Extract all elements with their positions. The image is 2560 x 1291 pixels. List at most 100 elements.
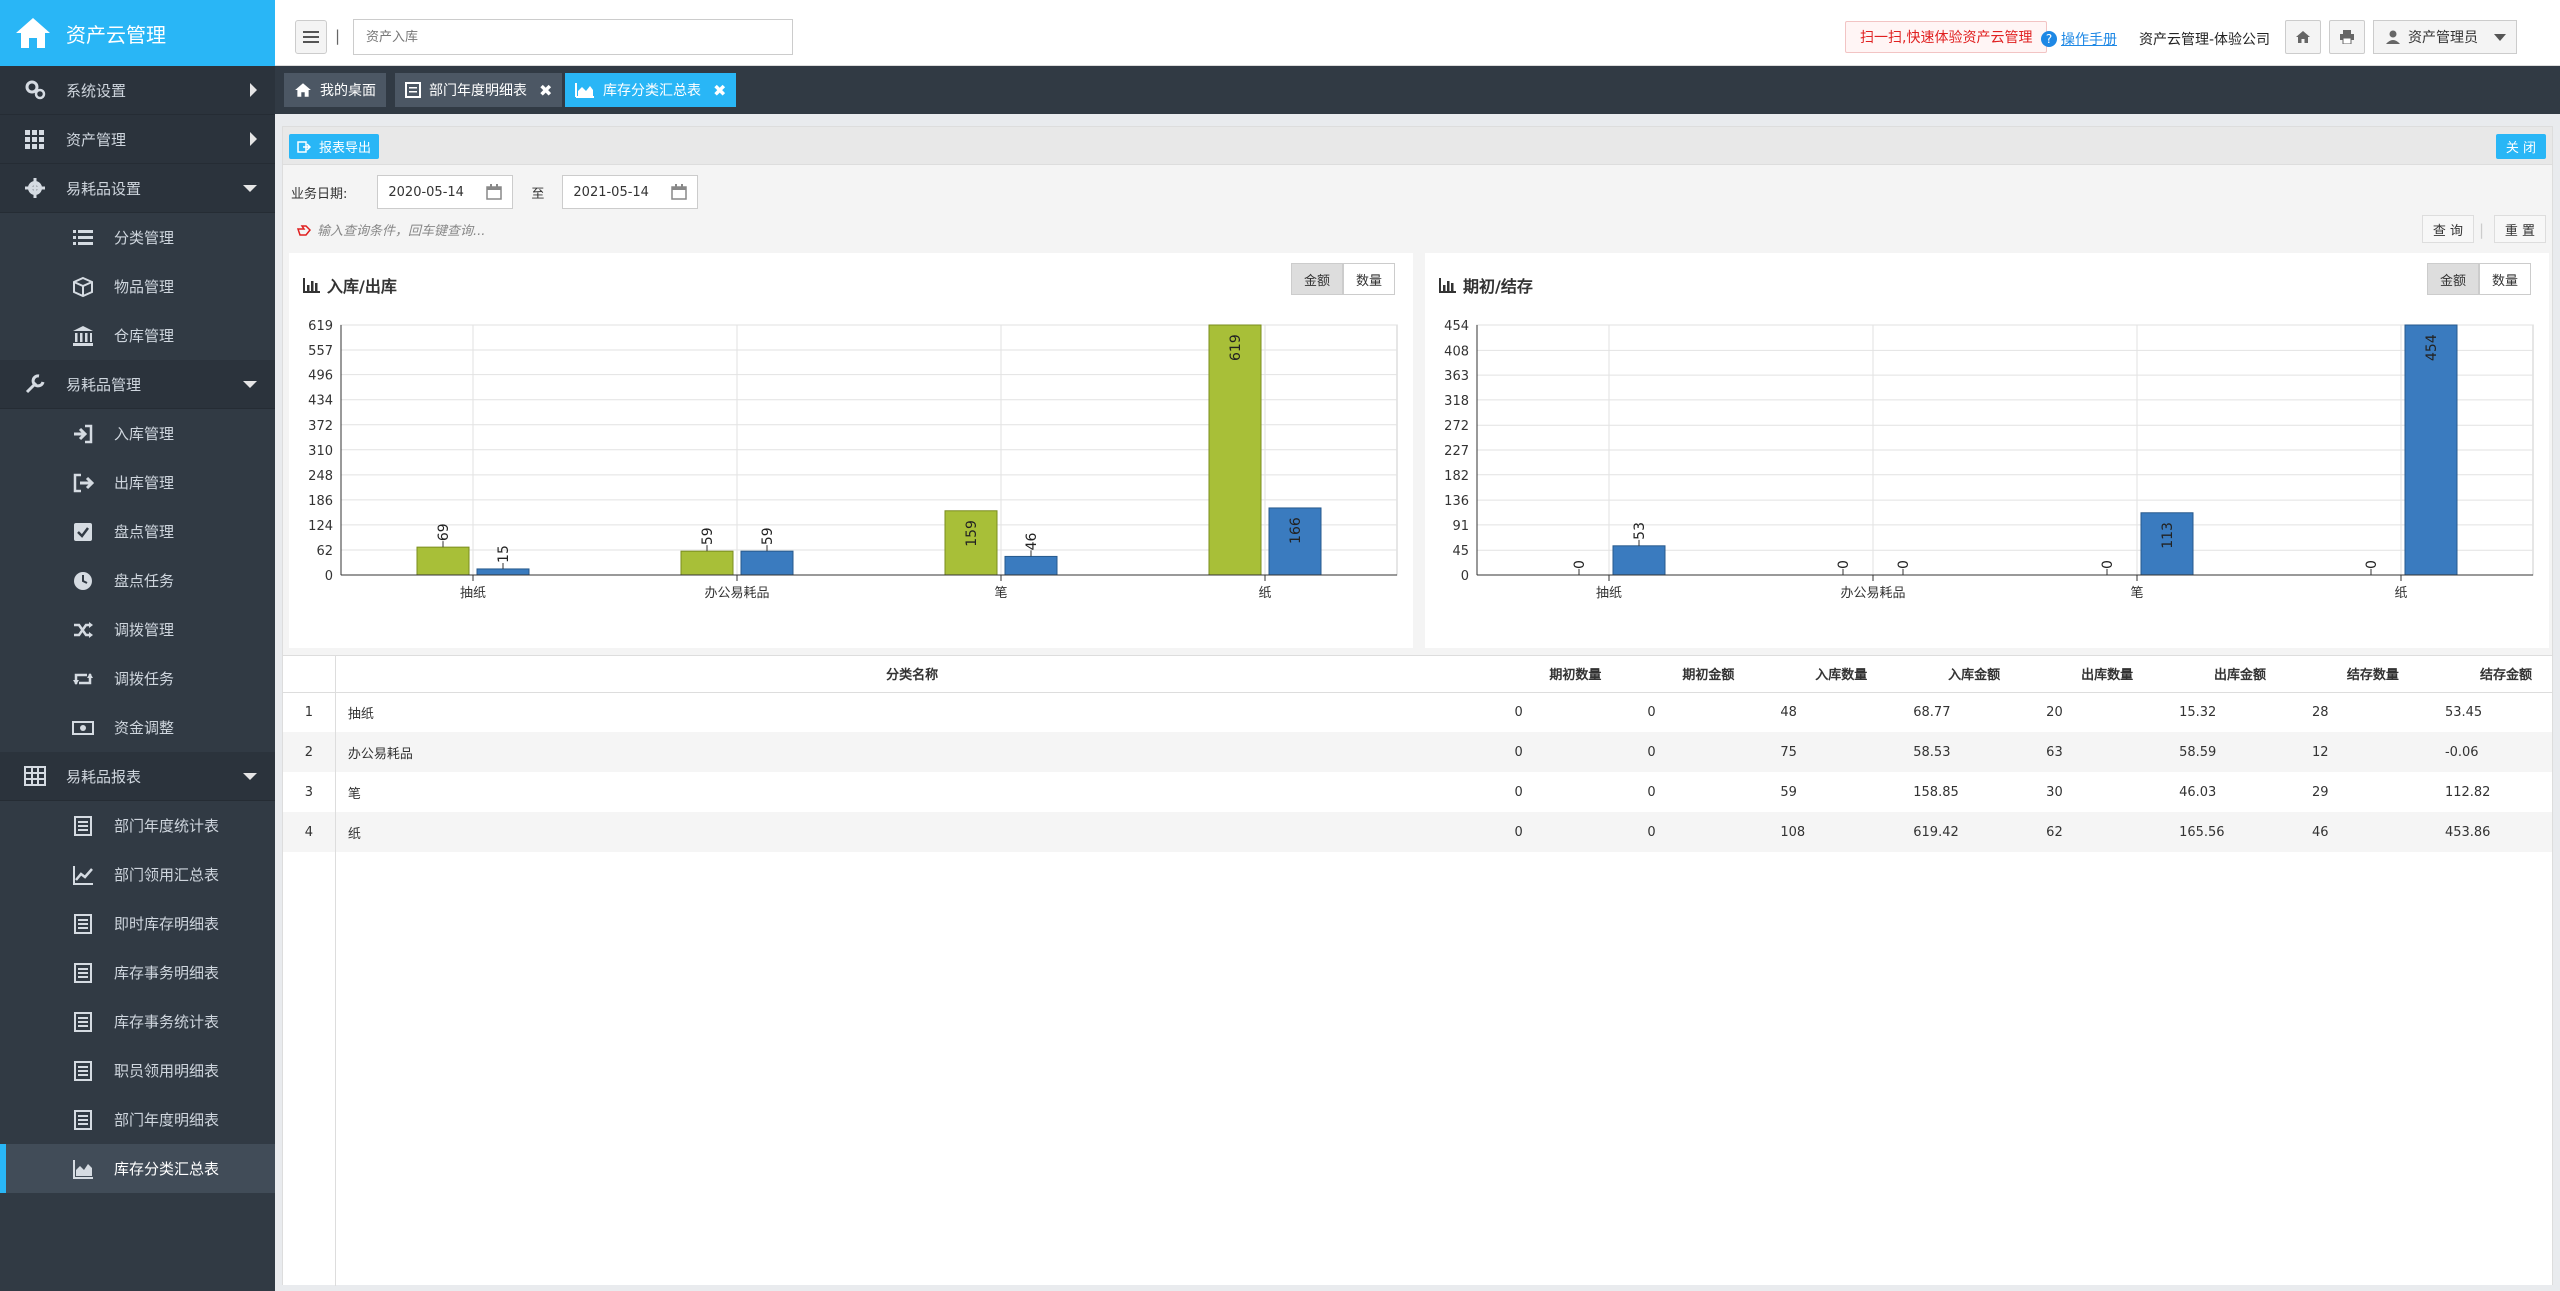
menu-toggle-button[interactable] <box>295 20 327 54</box>
bar <box>1004 555 1058 576</box>
data-label: 454 <box>2424 334 2440 361</box>
sidebar-item-15[interactable]: 部门年度统计表 <box>0 801 275 850</box>
sidebar-item-label: 资产管理 <box>66 130 127 149</box>
table-cell: 46 <box>2286 812 2419 852</box>
query-button[interactable]: 查 询 <box>2421 215 2474 243</box>
home-button[interactable] <box>2285 20 2321 54</box>
print-button[interactable] <box>2329 20 2365 54</box>
brand[interactable]: 资产云管理 <box>0 0 275 66</box>
data-label: 619 <box>1228 334 1244 361</box>
manual-link[interactable]: ? 操作手册 <box>2041 29 2117 49</box>
table-cell: 619.42 <box>1887 812 2021 852</box>
close-button[interactable]: 关 闭 <box>2495 134 2546 159</box>
calendar-icon[interactable] <box>486 184 503 200</box>
sidebar-item-4[interactable]: 物品管理 <box>0 262 275 311</box>
sidebar-item-17[interactable]: 即时库存明细表 <box>0 899 275 948</box>
tab-dept-annual-detail[interactable]: 部门年度明细表 ✖ <box>395 73 563 107</box>
date-filter: 业务日期: 2020-05-14 至 2021-05-14 <box>291 175 699 209</box>
sidebar-item-14[interactable]: 易耗品报表 <box>0 752 275 801</box>
user-menu-button[interactable]: 资产管理员 <box>2373 20 2517 54</box>
table-cell: 0 <box>1514 704 1523 720</box>
sidebar-item-20[interactable]: 职员领用明细表 <box>0 1046 275 1095</box>
company-name: 资产云管理-体验公司 <box>2139 32 2271 48</box>
sidebar-item-18[interactable]: 库存事务明细表 <box>0 948 275 997</box>
sidebar-item-3[interactable]: 分类管理 <box>0 213 275 262</box>
column-header[interactable]: 入库金额 <box>1887 656 2021 693</box>
sidebar-item-11[interactable]: 调拨管理 <box>0 605 275 654</box>
column-header[interactable]: 出库数量 <box>2020 656 2154 693</box>
y-tick-label: 408 <box>1444 344 1469 359</box>
sidebar-item-5[interactable]: 仓库管理 <box>0 311 275 360</box>
sidebar-item-8[interactable]: 出库管理 <box>0 458 275 507</box>
table-cell: 抽纸 <box>347 706 374 722</box>
sidebar-item-19[interactable]: 库存事务统计表 <box>0 997 275 1046</box>
column-header[interactable]: 出库金额 <box>2153 656 2287 693</box>
data-label: 0 <box>2100 560 2116 569</box>
gears-icon <box>25 80 46 100</box>
sidebar-item-2[interactable]: 易耗品设置 <box>0 164 275 213</box>
data-label: 0 <box>2364 560 2380 569</box>
sidebar-item-22[interactable]: 库存分类汇总表 <box>0 1144 275 1193</box>
search-input[interactable] <box>353 19 793 55</box>
app-title: 资产云管理 <box>66 22 166 47</box>
sidebar-item-13[interactable]: 资金调整 <box>0 703 275 752</box>
sign-in-icon <box>74 424 93 443</box>
column-header[interactable]: 期初数量 <box>1488 656 1622 693</box>
start-date-input[interactable]: 2020-05-14 <box>377 175 514 209</box>
tab-desktop[interactable]: 我的桌面 <box>284 73 386 107</box>
row-index: 3 <box>283 772 336 812</box>
sidebar-menu: 系统设置 资产管理 易耗品设置 分类管理 物品管理 仓库管理 易耗品管理 入库管理 出库管理 盘点… <box>0 66 275 1193</box>
table-row[interactable]: 3 笔 0 0 59 158.85 30 46.03 29 112.82 <box>283 772 2552 812</box>
sidebar-item-0[interactable]: 系统设置 <box>0 66 275 115</box>
sidebar-item-1[interactable]: 资产管理 <box>0 115 275 164</box>
data-label: 59 <box>700 527 716 545</box>
close-icon[interactable]: ✖ <box>713 81 726 100</box>
table-row[interactable]: 4 纸 0 0 108 619.42 62 165.56 46 453.86 <box>283 812 2552 852</box>
table-cell: 59 <box>1780 784 1797 800</box>
table-cell: 48 <box>1780 704 1797 720</box>
y-tick-label: 227 <box>1444 444 1469 459</box>
x-tick-label: 抽纸 <box>460 586 486 601</box>
column-header[interactable]: 结存数量 <box>2286 656 2419 693</box>
data-label: 15 <box>496 545 512 563</box>
table-row[interactable]: 1 抽纸 0 0 48 68.77 20 15.32 28 53.45 <box>283 692 2552 732</box>
bar <box>476 568 530 576</box>
sidebar-item-9[interactable]: 盘点管理 <box>0 507 275 556</box>
report-icon <box>74 1060 92 1081</box>
tab-inventory-category-summary[interactable]: 库存分类汇总表 ✖ <box>565 73 737 107</box>
y-tick-label: 372 <box>308 419 333 434</box>
column-header[interactable]: 分类名称 <box>335 656 1489 693</box>
scan-experience-button[interactable]: 扫一扫,快速体验资产云管理 <box>1845 21 2048 53</box>
area-chart-icon <box>73 1159 93 1179</box>
sidebar-item-10[interactable]: 盘点任务 <box>0 556 275 605</box>
sidebar-item-7[interactable]: 入库管理 <box>0 409 275 458</box>
reset-button[interactable]: 重 置 <box>2493 215 2546 243</box>
sidebar-item-6[interactable]: 易耗品管理 <box>0 360 275 409</box>
table-cell: 63 <box>2020 732 2154 772</box>
table-cell: 58.59 <box>2153 732 2287 772</box>
report-panel: 报表导出 关 闭 业务日期: 2020-05-14 至 2021-05-14 输… <box>282 126 2553 1286</box>
divider: | <box>2478 221 2484 239</box>
area-chart-icon <box>575 83 594 98</box>
sidebar-item-12[interactable]: 调拨任务 <box>0 654 275 703</box>
bar <box>1612 545 1666 576</box>
x-tick-label: 办公易耗品 <box>1840 586 1905 601</box>
export-button[interactable]: 报表导出 <box>289 134 380 159</box>
table-cell: 29 <box>2312 784 2329 800</box>
sidebar-item-16[interactable]: 部门领用汇总表 <box>0 850 275 899</box>
table-cell: 46.03 <box>2179 784 2217 800</box>
table-cell: 15.32 <box>2179 704 2217 720</box>
report-icon <box>405 82 421 98</box>
tab-label: 我的桌面 <box>320 83 376 99</box>
column-header[interactable]: 结存金额 <box>2418 656 2552 693</box>
sidebar-item-label: 易耗品管理 <box>66 375 142 394</box>
table-row[interactable]: 2 办公易耗品 0 0 75 58.53 63 58.59 12 -0.06 <box>283 732 2552 772</box>
end-date-input[interactable]: 2021-05-14 <box>562 175 699 209</box>
column-header[interactable]: 期初金额 <box>1621 656 1755 693</box>
close-icon[interactable]: ✖ <box>539 81 552 100</box>
sidebar-item-21[interactable]: 部门年度明细表 <box>0 1095 275 1144</box>
x-tick-label: 纸 <box>2394 586 2407 601</box>
column-header[interactable]: 入库数量 <box>1754 656 1888 693</box>
calendar-icon[interactable] <box>671 184 688 200</box>
manual-link-text[interactable]: 操作手册 <box>2061 29 2117 49</box>
